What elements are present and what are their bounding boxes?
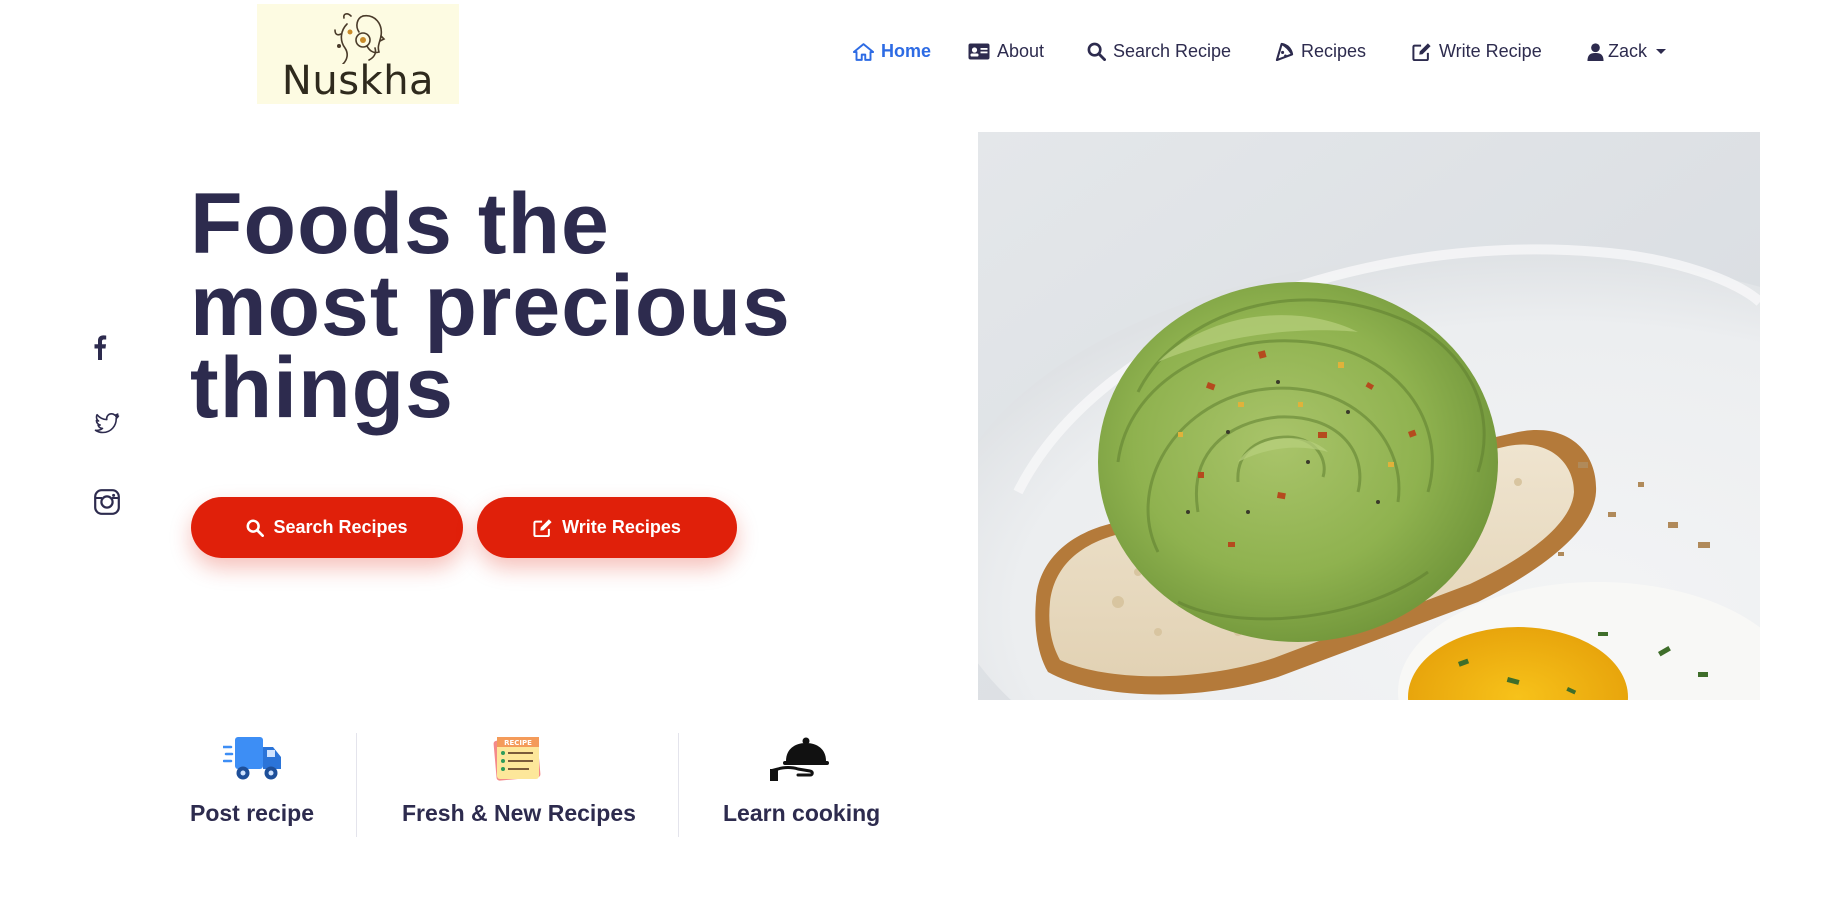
user-icon [1587, 42, 1604, 61]
nav-item-about[interactable]: About [968, 41, 1044, 62]
nav-item-label: Home [881, 41, 932, 61]
edit-icon [1412, 43, 1431, 61]
chevron-down-icon [1656, 49, 1667, 54]
feature-post-recipe: Post recipe [190, 733, 330, 837]
facebook-link[interactable] [93, 334, 107, 360]
search-recipes-button[interactable]: Search Recipes [191, 497, 463, 558]
nav-item-home[interactable]: Home [853, 41, 931, 62]
nav-item-write-recipe[interactable]: Write Recipe [1412, 41, 1542, 62]
search-icon [246, 519, 265, 537]
user-menu-label: Zack [1608, 41, 1648, 61]
twitter-link[interactable] [94, 413, 120, 435]
recipe-card-icon: RECIPE [493, 737, 541, 781]
pizza-icon [1275, 42, 1294, 61]
logo[interactable]: Nuskha [257, 4, 459, 104]
nav-item-label: Recipes [1301, 41, 1367, 61]
hero-title-line: Foods the [190, 176, 610, 272]
feature-learn-cooking: Learn cooking [723, 733, 893, 837]
feature-label: Fresh & New Recipes [402, 800, 636, 826]
facebook-icon [94, 335, 107, 360]
instagram-link[interactable] [94, 489, 120, 515]
user-menu[interactable]: Zack [1587, 41, 1667, 62]
search-recipes-button-label: Search Recipes [273, 517, 408, 537]
edit-icon [533, 519, 552, 537]
avocado-toast-photo [978, 132, 1760, 700]
feature-label: Post recipe [190, 800, 314, 826]
feature-divider [678, 733, 679, 837]
search-icon [1087, 42, 1106, 61]
instagram-icon [94, 489, 120, 515]
nav-item-label: About [997, 41, 1045, 61]
hero-title-line: things [190, 340, 454, 436]
nav-item-label: Search Recipe [1113, 41, 1232, 61]
nav-item-recipes[interactable]: Recipes [1275, 41, 1366, 62]
nav-item-label: Write Recipe [1439, 41, 1542, 61]
hero-image [978, 132, 1760, 700]
delivery-truck-icon [223, 737, 281, 780]
logo-text: Nuskha [281, 58, 435, 104]
hero-title: Foods the most precious things [190, 176, 830, 436]
feature-divider [356, 733, 357, 837]
home-icon [853, 42, 874, 61]
logo-woman-icon [334, 13, 386, 64]
cloche-icon [770, 737, 829, 781]
twitter-icon [94, 413, 120, 434]
id-card-icon [968, 43, 990, 60]
feature-fresh-new-recipes: RECIPE Fresh & New Recipes [402, 733, 642, 837]
feature-label: Learn cooking [723, 800, 881, 826]
write-recipes-button[interactable]: Write Recipes [477, 497, 737, 558]
page: Nuskha Home About Search Recipe Recipes … [0, 0, 1845, 907]
write-recipes-button-label: Write Recipes [562, 517, 681, 537]
hero-title-line: most precious [190, 258, 791, 354]
nav-item-search-recipe[interactable]: Search Recipe [1087, 41, 1231, 62]
svg-text:RECIPE: RECIPE [504, 739, 532, 747]
